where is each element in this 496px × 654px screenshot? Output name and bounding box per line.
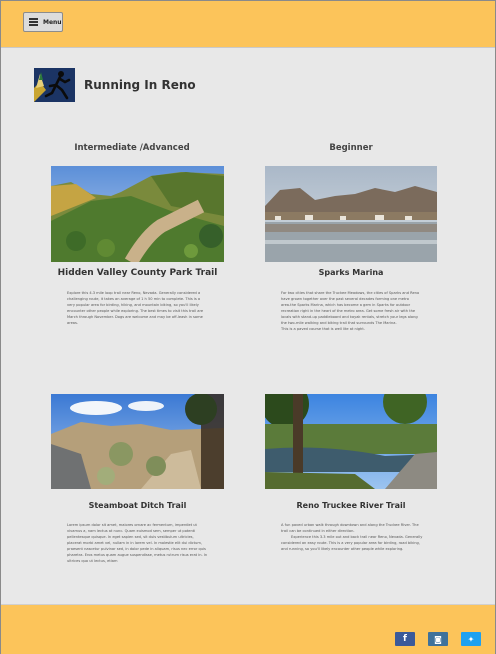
card-title-truckee-river: Reno Truckee River Trail [296,501,406,510]
truckee-river-photo [265,394,437,489]
facebook-glyph: f [403,634,407,644]
twitter-glyph: ✦ [467,634,475,644]
card-desc-text: For two cities that share the Truckee Me… [281,291,420,325]
section-label-intermediate: Intermediate /Advanced [74,143,190,153]
card-title-hidden-valley: Hidden Valley County Park Trail [57,268,218,278]
card-title-steamboat-ditch: Steamboat Ditch Trail [88,501,187,510]
card-desc-sparks-marina: For two cities that share the Truckee Me… [281,290,423,332]
twitter-icon[interactable]: ✦ [461,632,481,646]
sparks-marina-photo [265,166,437,262]
card-desc-hidden-valley: Explore this 4.3 mile loop trail near Re… [67,290,209,326]
card-desc-text: Explore this 4.3 mile loop trail near Re… [67,291,204,325]
card-desc-note: This is a paved course that is well lite… [281,327,365,331]
hidden-valley-photo [51,166,224,262]
instagram-icon[interactable]: ◙ [428,632,448,646]
menu-button[interactable]: Menu [23,12,63,32]
menu-label: Menu [43,18,62,26]
card-desc-note: Experience this 3.3 mile out and back tr… [281,535,423,551]
instagram-glyph: ◙ [434,634,442,644]
steamboat-ditch-photo [51,394,224,489]
footer-bar [1,604,495,654]
facebook-icon[interactable]: f [395,632,415,646]
card-desc-steamboat-ditch: Lorem ipsum dolor sit amet, maiores orna… [67,522,209,564]
header-bar: Menu [1,1,495,48]
card-desc-truckee-river: A fun paved urban walk through downtown … [281,522,423,552]
site-title: Running In Reno [84,78,196,92]
section-label-beginner: Beginner [329,143,373,153]
runner-logo[interactable] [34,68,75,102]
card-desc-text: A fun paved urban walk through downtown … [281,523,419,533]
card-title-sparks-marina: Sparks Marina [318,268,384,277]
hamburger-icon [29,18,38,26]
card-desc-text: Lorem ipsum dolor sit amet, maiores orna… [67,523,208,563]
